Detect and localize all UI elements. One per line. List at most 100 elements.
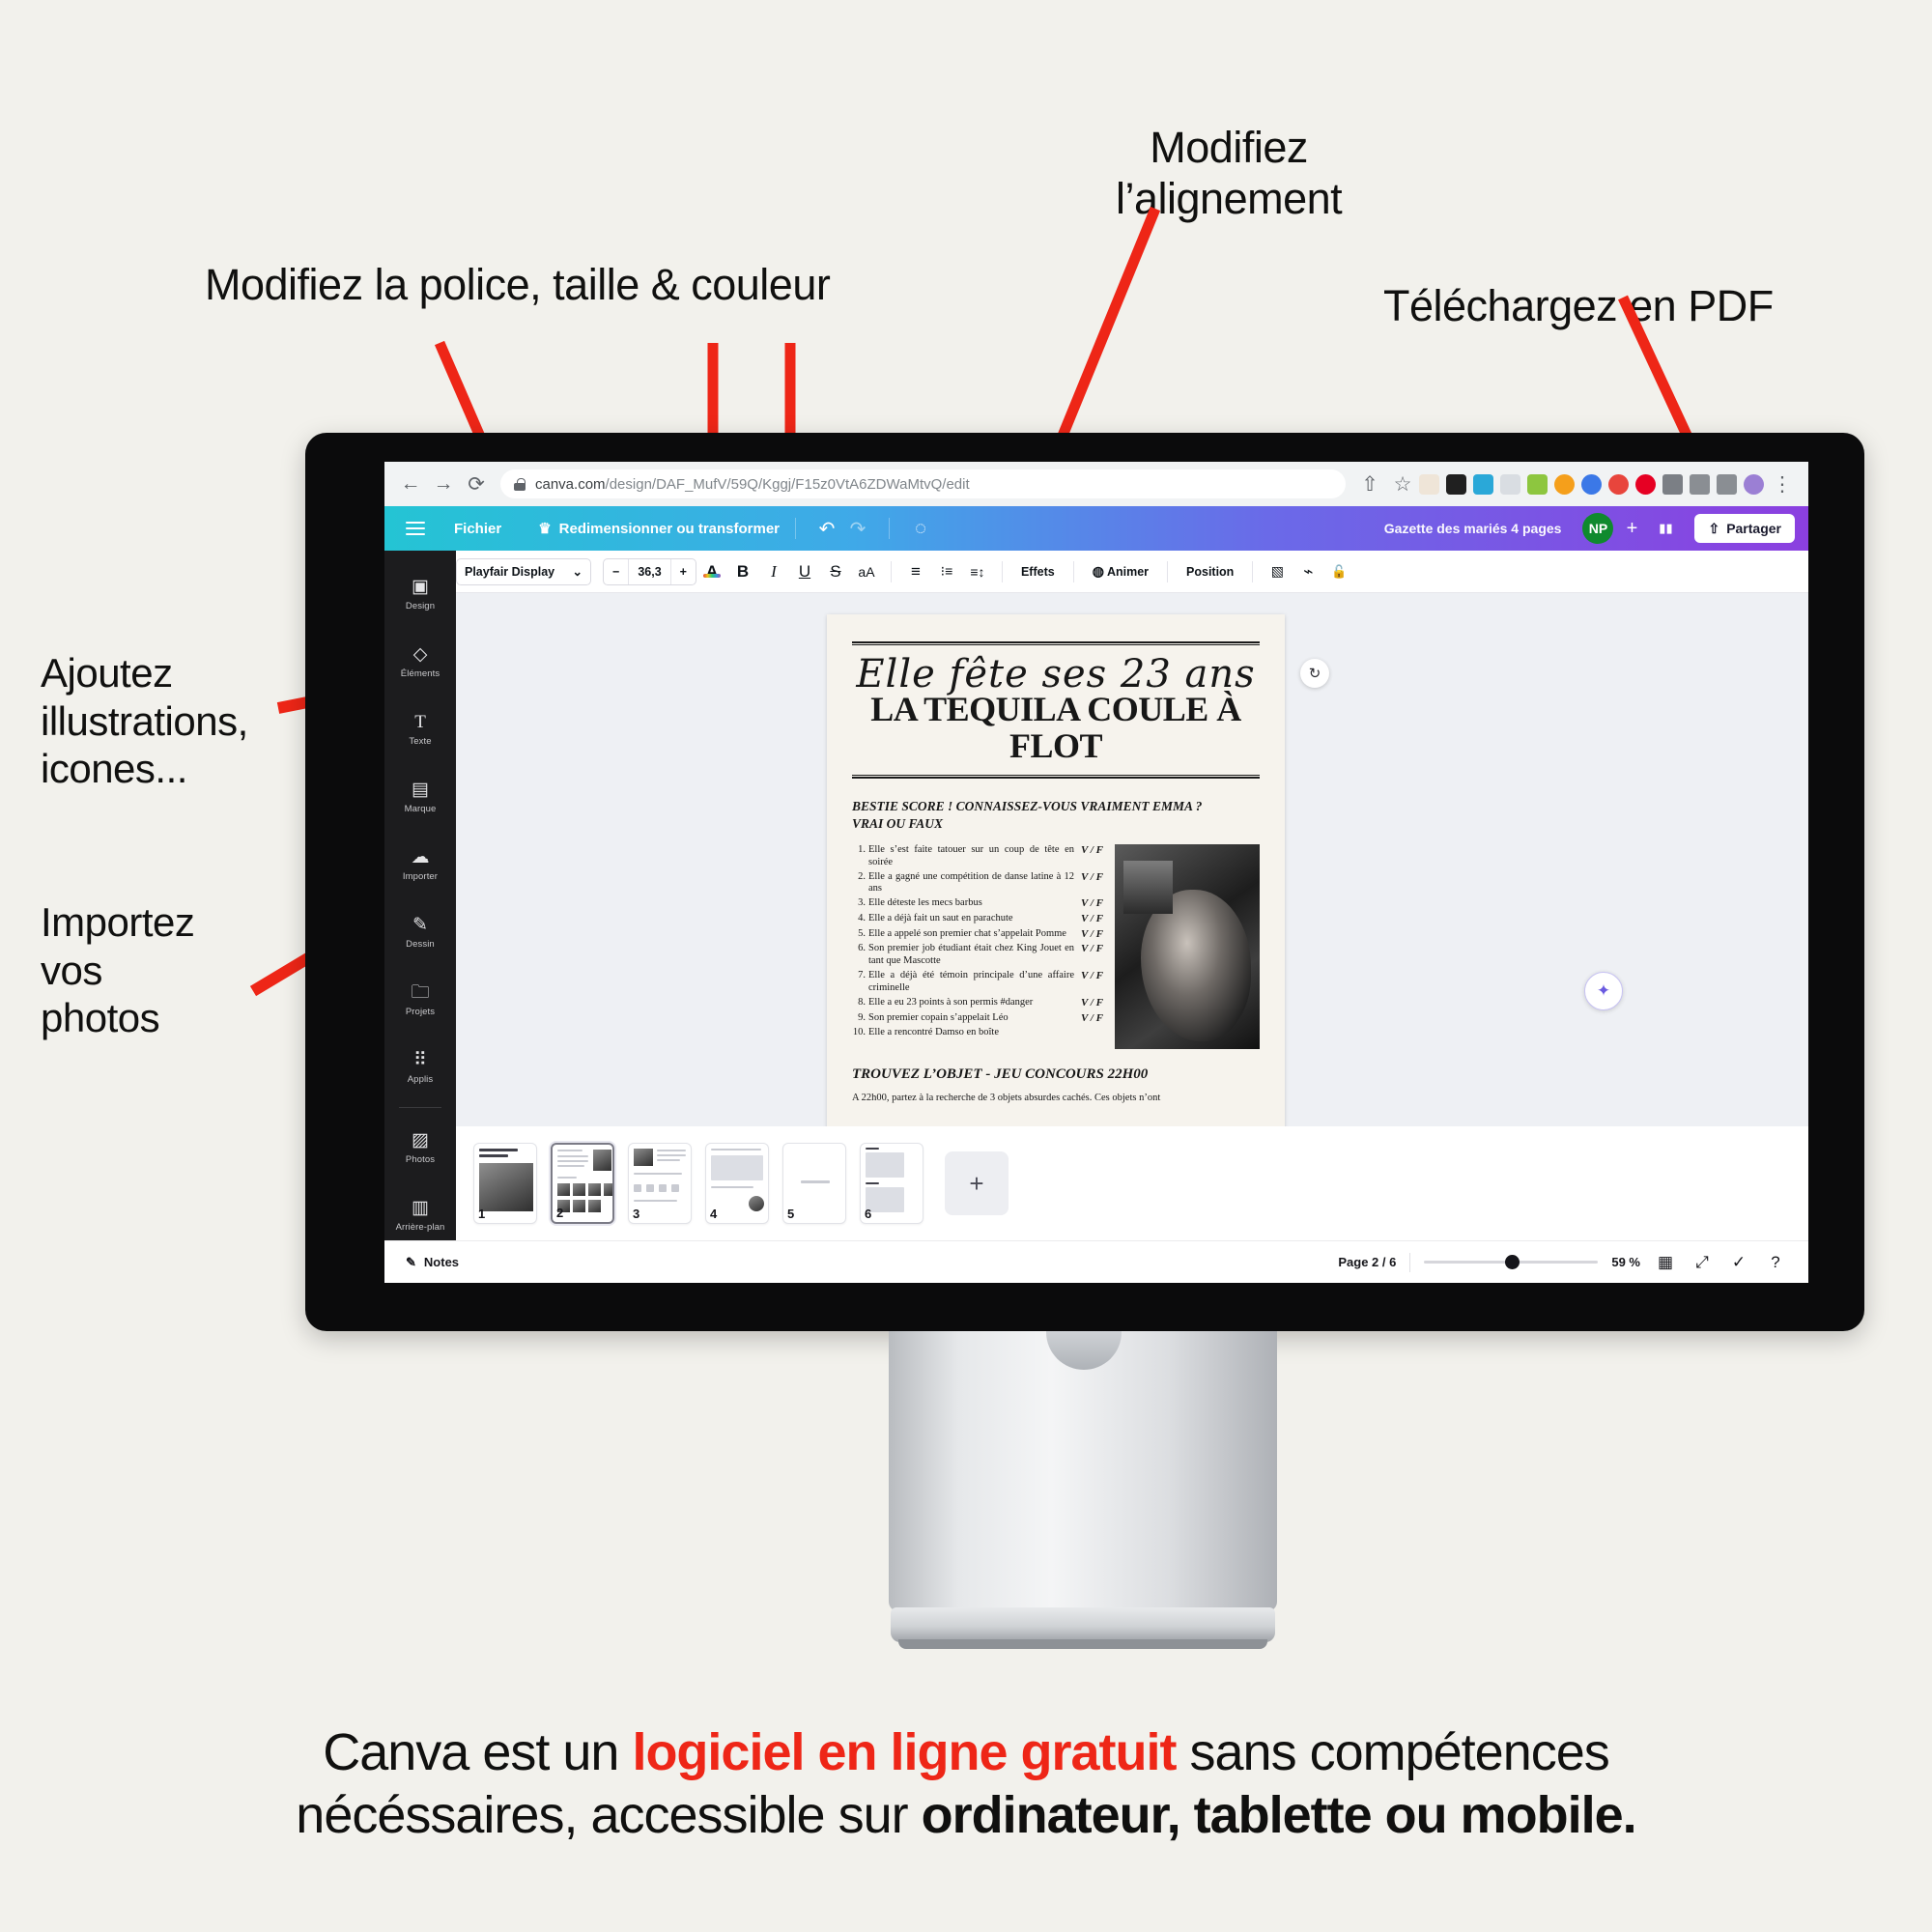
caption-part3: nécéssaires, accessible sur — [296, 1785, 922, 1844]
sidebar-item-importer[interactable]: ☁ Importer — [384, 831, 456, 898]
design-page[interactable]: Elle fête ses 23 ans LA TEQUILA COULE À … — [827, 614, 1285, 1167]
letter-case-button[interactable]: aA — [851, 564, 882, 580]
pinterest-extension-icon[interactable] — [1635, 473, 1656, 495]
line-spacing-icon[interactable]: ≡↕ — [962, 564, 993, 580]
share-page-icon[interactable]: ⇧ — [1353, 472, 1386, 497]
sidebar-item-arriere-plan[interactable]: ▥ Arrière-plan — [384, 1181, 456, 1249]
font-size-stepper[interactable]: − 36,3 + — [603, 557, 696, 585]
insights-chart-icon[interactable]: ▮▮ — [1650, 521, 1681, 536]
quiz-text: Elle s’est faite tatouer sur un coup de … — [868, 844, 1074, 867]
check-circle-icon[interactable]: ✓ — [1727, 1253, 1750, 1272]
animate-button[interactable]: ◍ Animer — [1083, 563, 1158, 580]
page-thumbnails-strip[interactable]: 1 2 3 4 5 6 + — [456, 1126, 1808, 1240]
page-thumbnail-6[interactable]: 6 — [860, 1143, 923, 1224]
canva-top-bar: Fichier ♛ Redimensionner ou transformer … — [384, 506, 1808, 551]
on-extension-icon[interactable] — [1473, 473, 1493, 495]
green-extension-icon[interactable] — [1527, 473, 1548, 495]
share-button[interactable]: ⇧ Partager — [1694, 514, 1795, 543]
hamburger-menu-icon[interactable] — [406, 518, 425, 539]
share-upload-icon: ⇧ — [1708, 520, 1720, 536]
transparency-icon[interactable]: ▧ — [1262, 563, 1293, 580]
upload-cloud-icon: ☁ — [411, 846, 430, 867]
sidebar-item-texte[interactable]: T Texte — [384, 696, 456, 763]
sidebar-item-photos[interactable]: ▨ Photos — [384, 1114, 456, 1181]
page-photo[interactable] — [1115, 844, 1260, 1050]
back-icon[interactable]: ← — [394, 472, 427, 496]
download-extension-icon[interactable] — [1690, 473, 1710, 495]
page-thumbnail-5[interactable]: 5 — [782, 1143, 846, 1224]
page-section-body[interactable]: A 22h00, partez à la recherche de 3 obje… — [852, 1092, 1260, 1105]
page-thumbnail-3[interactable]: 3 — [628, 1143, 692, 1224]
invite-people-button[interactable]: + — [1617, 518, 1646, 540]
sidebar-item-design[interactable]: ▣ Design — [384, 560, 456, 628]
help-icon[interactable]: ? — [1764, 1253, 1787, 1272]
page-subheading[interactable]: BESTIE SCORE ! CONNAISSEZ-VOUS VRAIMENT … — [852, 798, 1260, 833]
notes-icon: ✎ — [406, 1254, 416, 1269]
profile-avatar-icon[interactable] — [1744, 473, 1764, 495]
zoom-slider[interactable] — [1424, 1255, 1599, 1269]
page-thumbnail-2[interactable]: 2 — [551, 1143, 614, 1224]
sidebar-item-projets[interactable]: 🗀 Projets — [384, 966, 456, 1034]
bold-button[interactable]: B — [727, 562, 758, 582]
rotate-handle-icon[interactable]: ↻ — [1300, 659, 1329, 688]
page-thumbnail-4[interactable]: 4 — [705, 1143, 769, 1224]
quiz-vf: V / F — [1080, 943, 1103, 955]
quiz-row: 8. Elle a eu 23 points à son permis #dan… — [852, 997, 1103, 1009]
flower-extension-icon[interactable] — [1581, 473, 1602, 495]
quiz-vf: V / F — [1080, 897, 1103, 910]
browser-menu-icon[interactable]: ⋮ — [1766, 472, 1799, 497]
page-headline[interactable]: LA TEQUILA COULE À FLOT — [852, 691, 1260, 765]
avatar[interactable]: NP — [1582, 513, 1614, 544]
redo-icon[interactable]: ↷ — [842, 517, 873, 541]
sidebar-item-applis[interactable]: ⠿ Applis — [384, 1034, 456, 1101]
fj-extension-icon[interactable] — [1446, 473, 1466, 495]
font-family-select[interactable]: Playfair Display ⌄ — [456, 557, 591, 585]
puzzle-extension-icon[interactable] — [1662, 473, 1683, 495]
yin-yang-extension-icon[interactable] — [1554, 473, 1575, 495]
resize-button[interactable]: ♛ Redimensionner ou transformer — [538, 520, 780, 538]
page-script-title[interactable]: Elle fête ses 23 ans — [852, 655, 1260, 694]
effects-button[interactable]: Effets — [1011, 565, 1065, 579]
menu-fichier[interactable]: Fichier — [454, 521, 501, 537]
brand-icon: ▤ — [412, 779, 429, 800]
thumb-number: 2 — [556, 1206, 564, 1220]
reload-icon[interactable]: ⟳ — [460, 472, 493, 497]
magic-studio-icon[interactable]: ✦ — [1584, 972, 1623, 1010]
sidepanel-extension-icon[interactable] — [1717, 473, 1737, 495]
address-bar[interactable]: canva.com/design/DAF_MufV/59Q/Kggj/F15z0… — [500, 469, 1346, 498]
font-size-decrease-button[interactable]: − — [604, 559, 628, 584]
grid-view-icon[interactable]: ▦ — [1654, 1253, 1677, 1272]
design-canvas-area[interactable]: Elle fête ses 23 ans LA TEQUILA COULE À … — [456, 593, 1808, 1167]
page-section-title[interactable]: TROUVEZ L’OBJET - JEU CONCOURS 22H00 — [852, 1066, 1260, 1083]
font-size-increase-button[interactable]: + — [671, 559, 696, 584]
position-button[interactable]: Position — [1177, 565, 1243, 579]
zoom-slider-knob[interactable] — [1505, 1255, 1520, 1269]
text-color-icon[interactable]: A — [696, 562, 727, 582]
underline-button[interactable]: U — [789, 562, 820, 582]
italic-button[interactable]: I — [758, 562, 789, 582]
forward-icon[interactable]: → — [427, 472, 460, 496]
divider — [890, 560, 892, 582]
undo-icon[interactable]: ↶ — [811, 517, 842, 541]
grid-extension-icon[interactable] — [1500, 473, 1520, 495]
lock-icon[interactable]: 🔓 — [1323, 564, 1354, 580]
text-align-icon[interactable]: ≡ — [900, 562, 931, 582]
red-circle-extension-icon[interactable] — [1608, 473, 1629, 495]
bullet-list-icon[interactable]: ⁝≡ — [931, 563, 962, 580]
add-page-button[interactable]: + — [945, 1151, 1009, 1215]
font-size-value[interactable]: 36,3 — [629, 559, 669, 584]
document-title[interactable]: Gazette des mariés 4 pages — [1384, 521, 1562, 536]
notes-button[interactable]: ✎ Notes — [406, 1255, 459, 1270]
sidebar-item-marque[interactable]: ▤ Marque — [384, 763, 456, 831]
copy-style-icon[interactable]: ⌁ — [1293, 562, 1323, 582]
bookmark-star-icon[interactable]: ☆ — [1386, 472, 1419, 497]
strikethrough-button[interactable]: S — [820, 562, 851, 582]
pipette-extension-icon[interactable] — [1419, 473, 1439, 495]
extensions-tray — [1419, 473, 1766, 495]
caption-bold: ordinateur, tablette ou mobile. — [921, 1785, 1637, 1844]
page-thumbnail-1[interactable]: 1 — [473, 1143, 537, 1224]
sidebar-item-elements[interactable]: ◇ Éléments — [384, 628, 456, 696]
cloud-saved-icon[interactable]: ◌ — [905, 518, 936, 540]
sidebar-item-dessin[interactable]: ✎ Dessin — [384, 898, 456, 966]
fullscreen-icon[interactable]: ⤢ — [1690, 1253, 1714, 1272]
